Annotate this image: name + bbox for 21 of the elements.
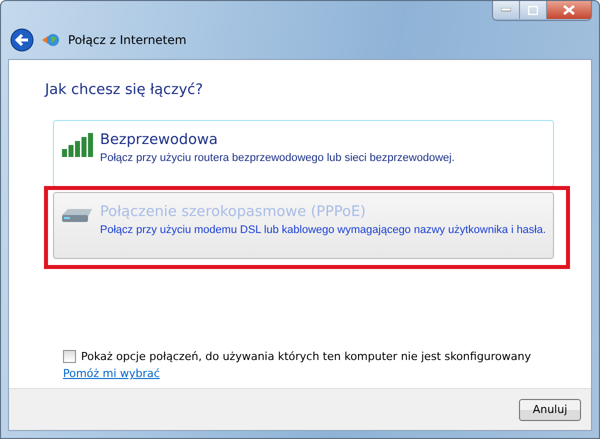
option-description: Połącz przy użyciu routera bezprzewodowego lub sieci bezprzewodowej. — [100, 151, 455, 166]
window-title: Połącz z Internetem — [68, 33, 186, 47]
back-button[interactable] — [10, 28, 34, 52]
option-title: Połączenie szerokopasmowe (PPPoE) — [100, 203, 367, 221]
minimize-icon — [501, 8, 511, 12]
connection-option[interactable]: Połączenie szerokopasmowe (PPPoE) Połącz przy użyciu modemu DSL lub kablowego wymagającego nazwy użytkownika i hasła. — [53, 192, 554, 259]
cancel-button[interactable]: Anuluj — [519, 398, 581, 420]
signal-bars-icon — [60, 131, 94, 157]
checkbox-label: Pokaż opcje połączeń, do używania których ten komputer nie jest skonfigurowany — [81, 350, 532, 363]
minimize-button[interactable] — [493, 1, 520, 19]
option-description: Połącz przy użyciu modemu DSL lub kablowego wymagającego nazwy użytkownika i hasła. — [100, 223, 546, 238]
checkbox[interactable] — [63, 350, 76, 363]
close-icon — [563, 5, 575, 15]
maximize-button[interactable] — [520, 1, 547, 19]
option-title: Bezprzewodowa — [100, 131, 219, 149]
dialog-heading: Jak chcesz się łączyć? — [45, 82, 204, 98]
close-button[interactable] — [547, 1, 591, 19]
connection-option[interactable]: Bezprzewodowa Połącz przy użyciu routera bezprzewodowego lub sieci bezprzewodowej. — [53, 120, 554, 187]
maximize-icon — [528, 6, 538, 14]
help-link[interactable]: Pomóż mi wybrać — [63, 367, 160, 380]
globe-icon — [42, 32, 60, 48]
